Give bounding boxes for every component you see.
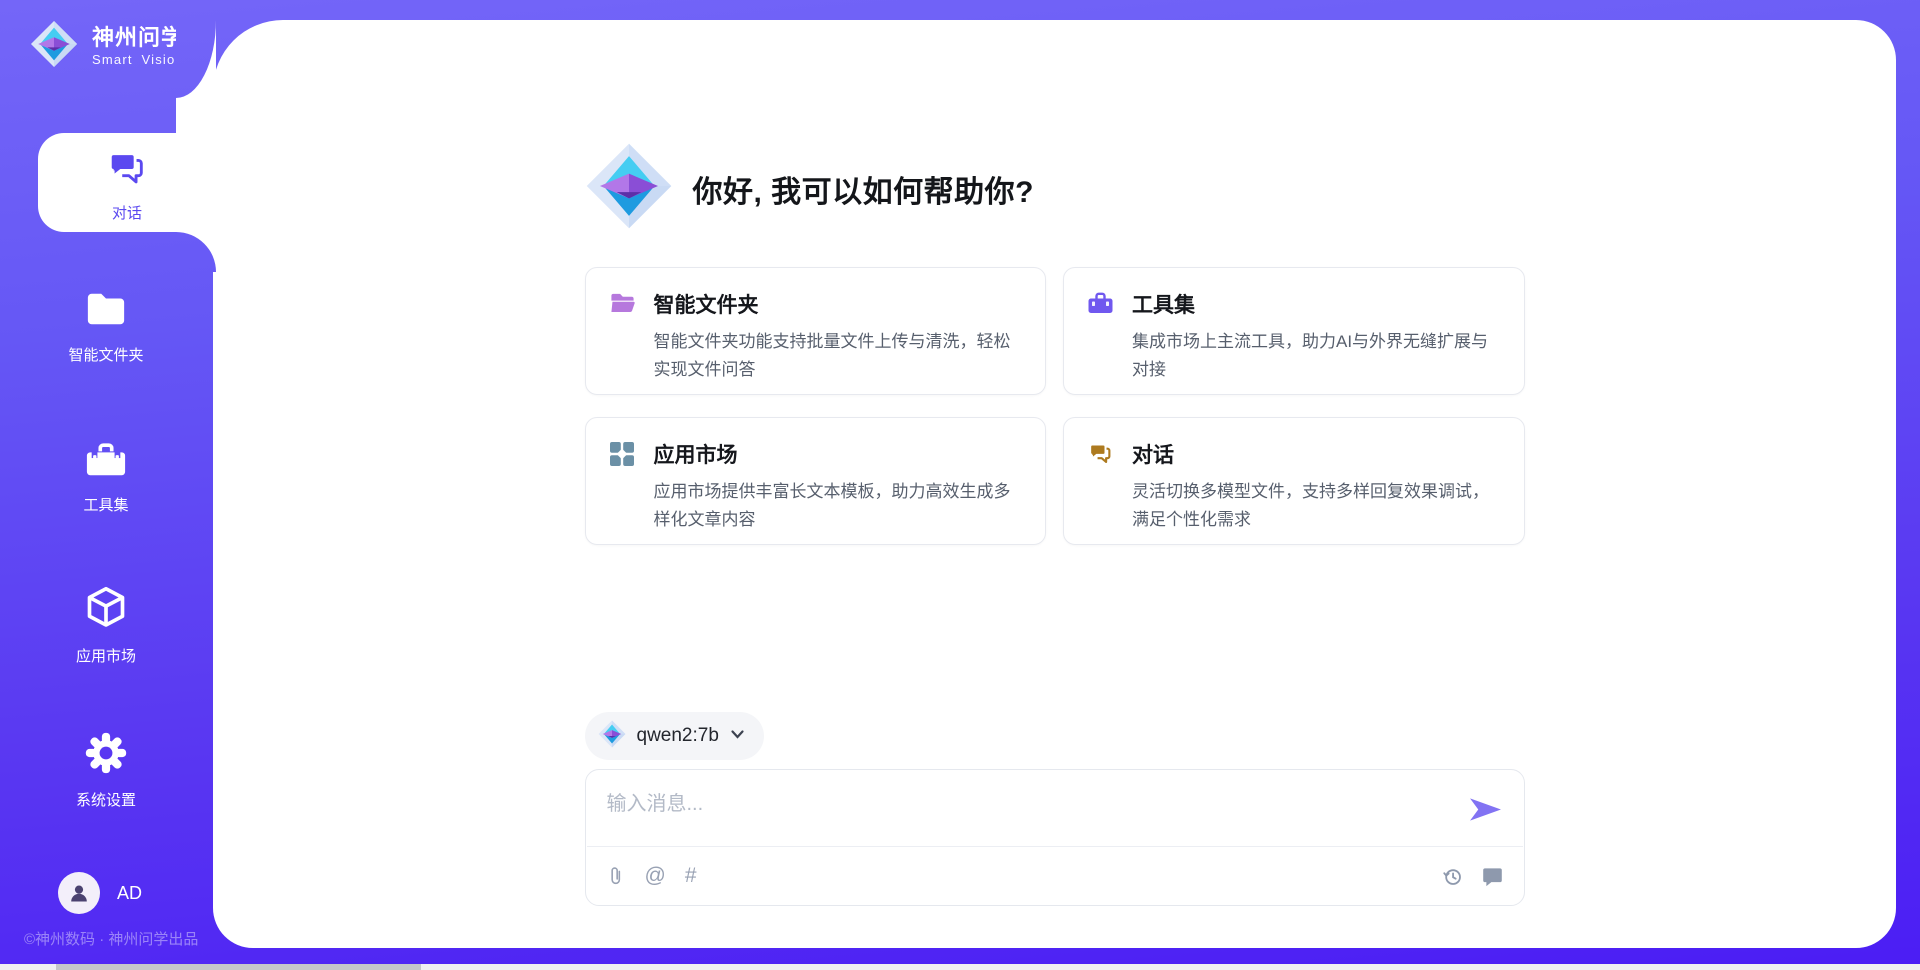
sidebar-item-label: 智能文件夹 (68, 344, 143, 365)
sidebar-item-smart-folder[interactable]: 智能文件夹 (0, 288, 212, 365)
card-title: 工具集 (1132, 289, 1500, 319)
greeting-title: 你好, 我可以如何帮助你? (693, 167, 1035, 211)
attachment-icon[interactable] (606, 864, 626, 888)
card-desc: 应用市场提供丰富长文本模板，助力高效生成多样化文章内容 (654, 478, 1022, 533)
sidebar-item-label: 应用市场 (76, 645, 136, 666)
person-icon (67, 881, 91, 905)
sidebar-item-toolset[interactable]: 工具集 (0, 438, 212, 515)
app-logo: 神州问学 Smart Vision (30, 20, 184, 73)
sidebar-item-settings[interactable]: 系统设置 (0, 731, 212, 810)
app-title: 神州问学 (92, 26, 184, 50)
toolbox-icon (1087, 291, 1115, 394)
card-toolset[interactable]: 工具集 集成市场上主流工具，助力AI与外界无缝扩展与对接 (1063, 267, 1525, 395)
card-desc: 集成市场上主流工具，助力AI与外界无缝扩展与对接 (1132, 328, 1500, 383)
card-desc: 智能文件夹功能支持批量文件上传与清洗，轻松实现文件问答 (654, 328, 1022, 383)
feature-cards: 智能文件夹 智能文件夹功能支持批量文件上传与清洗，轻松实现文件问答 工具集 集成… (585, 267, 1525, 545)
sidebar-item-label: 对话 (112, 202, 142, 223)
message-input[interactable] (586, 770, 1524, 846)
app-subtitle: Smart Vision (92, 53, 184, 67)
sidebar-item-chat[interactable]: 对话 (38, 133, 216, 232)
card-chat[interactable]: 对话 灵活切换多模型文件，支持多样回复效果调试，满足个性化需求 (1063, 417, 1525, 545)
feedback-icon[interactable] (1481, 865, 1504, 888)
card-app-market[interactable]: 应用市场 应用市场提供丰富长文本模板，助力高效生成多样化文章内容 (585, 417, 1047, 545)
model-name: qwen2:7b (637, 725, 719, 747)
horizontal-scrollbar[interactable] (0, 964, 1920, 970)
model-selector[interactable]: qwen2:7b (585, 712, 764, 760)
cube-icon (84, 585, 128, 636)
history-icon[interactable] (1441, 865, 1464, 888)
diamond-logo-icon (585, 142, 673, 235)
copyright-footer: ©神州数码 · 神州问学出品 (24, 928, 198, 949)
greeting: 你好, 我可以如何帮助你? (585, 142, 1525, 235)
grid-icon (609, 441, 637, 544)
diamond-logo-icon (30, 20, 78, 73)
card-title: 对话 (1132, 439, 1500, 469)
message-composer: @ # (585, 769, 1525, 906)
chat-icon (1087, 441, 1115, 544)
sidebar: 神州问学 Smart Vision 对话 智能文件夹 (0, 0, 213, 970)
user-account[interactable]: AD (58, 872, 142, 914)
card-title: 应用市场 (654, 439, 1022, 469)
chat-icon (106, 148, 148, 195)
main-panel: 你好, 我可以如何帮助你? 智能文件夹 智能文件夹功能支持批量文件上传与清洗，轻… (213, 20, 1896, 948)
toolbox-icon (83, 438, 129, 485)
sidebar-item-label: 工具集 (83, 494, 128, 515)
card-smart-folder[interactable]: 智能文件夹 智能文件夹功能支持批量文件上传与清洗，轻松实现文件问答 (585, 267, 1047, 395)
card-desc: 灵活切换多模型文件，支持多样回复效果调试，满足个性化需求 (1132, 478, 1500, 533)
chevron-down-icon (730, 727, 745, 745)
sidebar-item-label: 系统设置 (76, 789, 136, 810)
scrollbar-thumb[interactable] (56, 964, 421, 970)
send-icon[interactable] (1468, 795, 1503, 824)
avatar (58, 872, 100, 914)
card-title: 智能文件夹 (654, 289, 1022, 319)
user-name: AD (117, 883, 142, 904)
gear-icon (84, 731, 128, 780)
folder-icon (83, 288, 129, 335)
sidebar-item-app-market[interactable]: 应用市场 (0, 585, 212, 666)
diamond-logo-icon (598, 720, 626, 753)
folder-icon (609, 291, 637, 394)
